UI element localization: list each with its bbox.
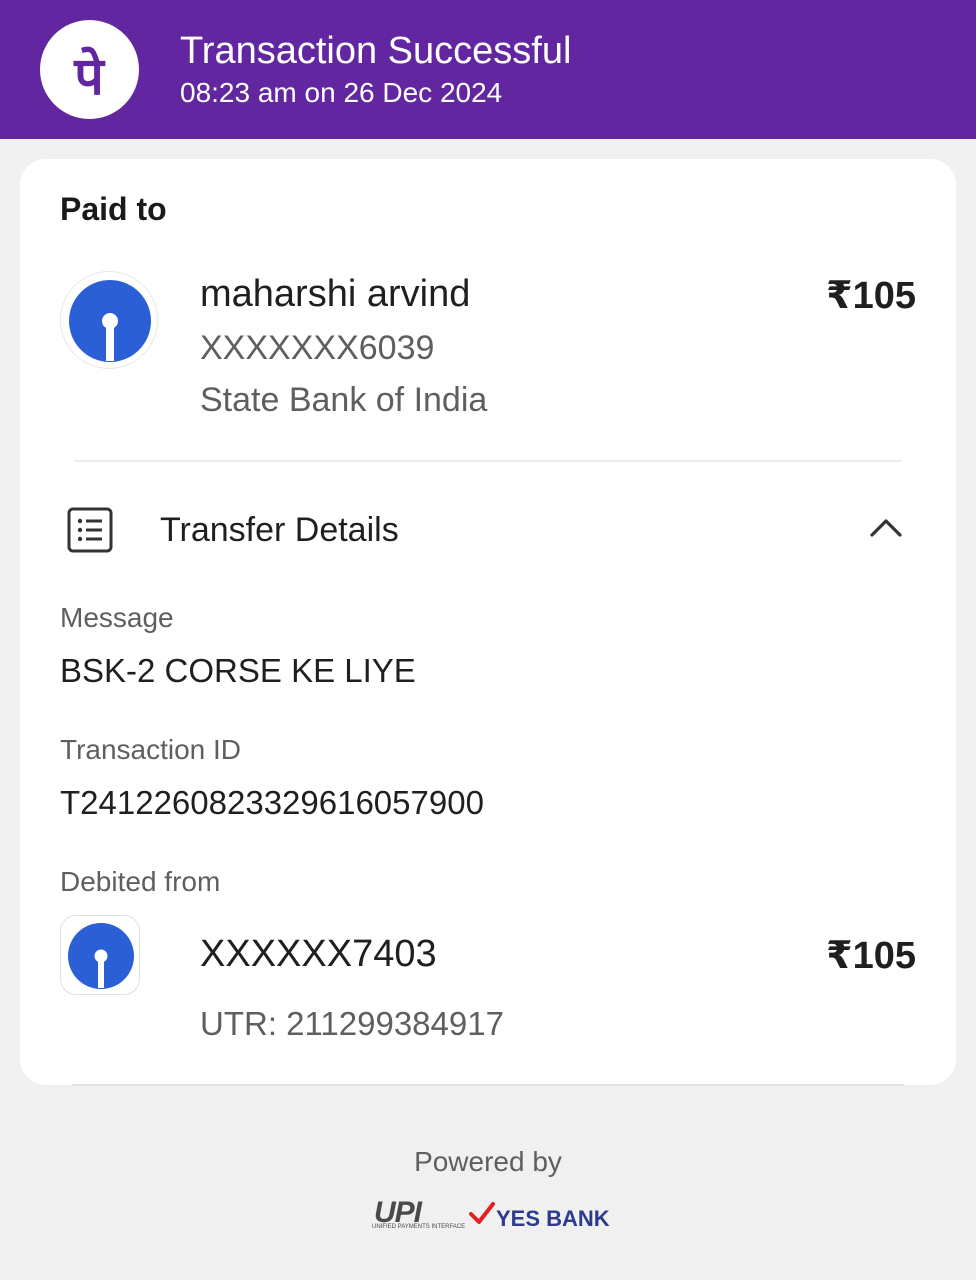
- utr-number[interactable]: UTR: 211299384917: [200, 1005, 504, 1043]
- transaction-timestamp: 08:23 am on 26 Dec 2024: [180, 77, 503, 108]
- payee-account-number: XXXXXXX6039: [200, 329, 435, 367]
- header-bar: पे Transaction Successful 08:23 am on 26…: [0, 0, 976, 139]
- footer-logos: UPI UNIFIED PAYMENTS INTERFACE YES BANK: [372, 1196, 612, 1236]
- transaction-id-label: Transaction ID: [60, 734, 242, 765]
- powered-by-label: Powered by: [414, 1146, 562, 1177]
- paid-to-label: Paid to: [60, 191, 167, 227]
- paid-amount: ₹105: [826, 275, 916, 317]
- divider: [74, 460, 902, 462]
- debited-account-number: XXXXXX7403: [200, 933, 437, 975]
- page-title: Transaction Successful: [180, 30, 572, 72]
- message-value: BSK-2 CORSE KE LIYE: [60, 652, 416, 689]
- transaction-id-value[interactable]: T2412260823329616057900: [60, 784, 484, 822]
- payee-bank-name: State Bank of India: [200, 381, 488, 419]
- transfer-details-toggle[interactable]: Transfer Details: [160, 511, 399, 550]
- receipt-list-icon: [67, 507, 113, 553]
- sbi-logo-icon: [60, 271, 158, 369]
- svg-text:पे: पे: [73, 46, 106, 107]
- debited-amount: ₹105: [826, 935, 916, 977]
- debited-from-label: Debited from: [60, 866, 221, 897]
- message-label: Message: [60, 602, 174, 633]
- divider: [72, 1084, 904, 1086]
- sbi-logo-icon: [60, 915, 140, 995]
- upi-logo-subtext: UNIFIED PAYMENTS INTERFACE: [372, 1224, 466, 1230]
- chevron-up-icon[interactable]: [868, 515, 904, 539]
- yes-bank-logo: YES BANK: [496, 1206, 610, 1231]
- transaction-card: Paid to maharshi arvind XXXXXXX6039 Stat…: [20, 159, 956, 1085]
- phonepe-logo-icon: पे: [40, 20, 139, 119]
- payee-name: maharshi arvind: [200, 273, 471, 315]
- yes-bank-check-icon: [469, 1202, 495, 1224]
